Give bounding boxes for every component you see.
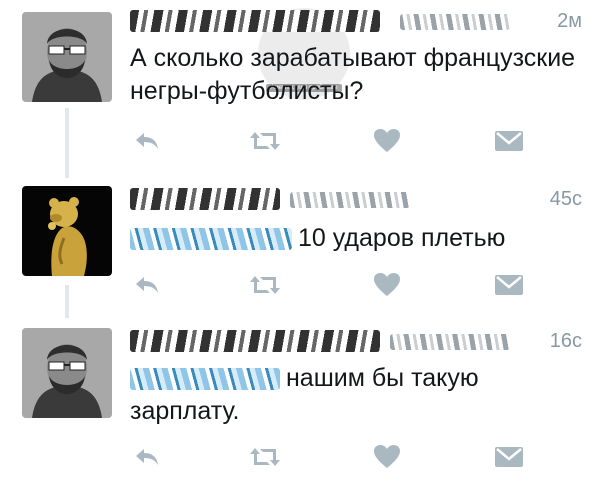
tweet-text: А сколько зарабатывают французские негры… bbox=[130, 44, 576, 105]
avatar[interactable] bbox=[22, 12, 112, 102]
retweet-icon[interactable] bbox=[248, 440, 282, 474]
retweet-icon[interactable] bbox=[248, 124, 282, 158]
tweet-header: 16с bbox=[130, 326, 582, 356]
like-icon[interactable] bbox=[370, 440, 404, 474]
tweet-header: 2м bbox=[130, 6, 582, 36]
tweet-actions bbox=[130, 268, 530, 302]
avatar[interactable] bbox=[22, 328, 112, 418]
like-icon[interactable] bbox=[370, 268, 404, 302]
dm-icon[interactable] bbox=[492, 440, 526, 474]
tweet-timestamp: 45с bbox=[549, 188, 582, 210]
tweet-text-container: 10 ударов плетью bbox=[130, 222, 582, 255]
tweet-header: 45с bbox=[130, 184, 582, 214]
tweet-text: 10 ударов плетью bbox=[298, 224, 506, 252]
handle-redacted bbox=[400, 14, 510, 30]
reply-icon[interactable] bbox=[130, 124, 164, 158]
reply-icon[interactable] bbox=[130, 268, 164, 302]
tweet-text-container: нашим бы такую зарплату. bbox=[130, 362, 582, 428]
dm-icon[interactable] bbox=[492, 268, 526, 302]
mention-link-redacted[interactable] bbox=[130, 228, 292, 251]
dm-icon[interactable] bbox=[492, 124, 526, 158]
display-name-redacted[interactable] bbox=[130, 188, 280, 210]
display-name-redacted[interactable] bbox=[130, 10, 380, 32]
tweet-actions bbox=[130, 440, 530, 474]
like-icon[interactable] bbox=[370, 124, 404, 158]
tweet[interactable]: 2м А сколько зарабатывают французские не… bbox=[0, 0, 604, 170]
avatar[interactable] bbox=[22, 186, 112, 276]
retweet-icon[interactable] bbox=[248, 268, 282, 302]
tweet-actions bbox=[130, 124, 530, 158]
tweet-timestamp: 16с bbox=[549, 330, 582, 352]
reply-icon[interactable] bbox=[130, 440, 164, 474]
tweet[interactable]: 45с 10 ударов плетью bbox=[0, 170, 604, 320]
handle-redacted bbox=[290, 192, 410, 208]
tweet-timestamp: 2м bbox=[557, 10, 582, 32]
mention-link-redacted[interactable] bbox=[130, 368, 280, 391]
display-name-redacted[interactable] bbox=[130, 330, 380, 352]
handle-redacted bbox=[390, 334, 510, 350]
tweet[interactable]: 16с нашим бы такую зарплату. bbox=[0, 318, 604, 486]
